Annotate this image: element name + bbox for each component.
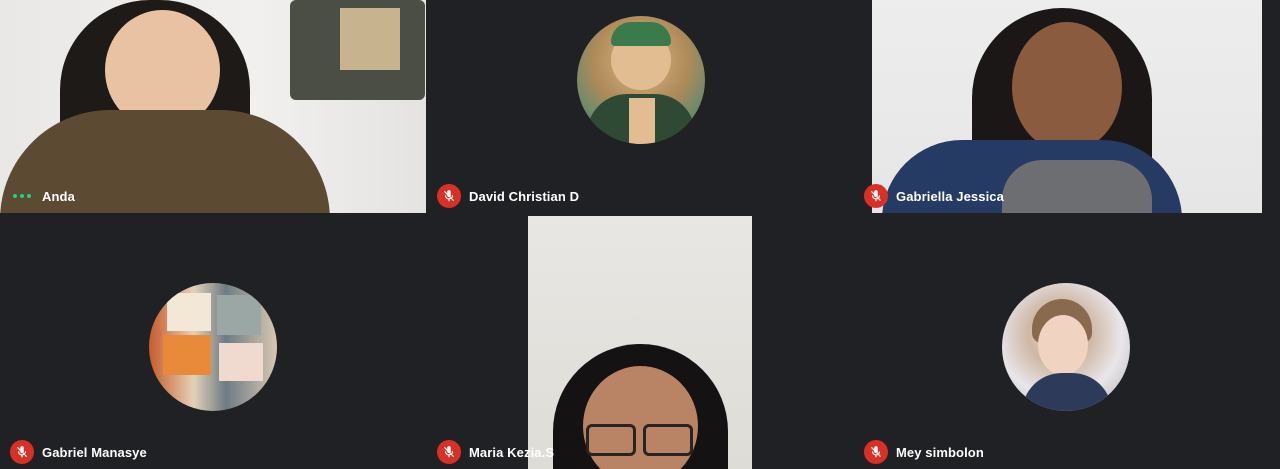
avatar <box>149 283 277 411</box>
video-feed <box>872 0 1262 213</box>
mic-off-icon <box>437 184 461 208</box>
participant-name: Maria Kezia.S <box>469 444 555 460</box>
participant-label: Anda <box>10 184 75 208</box>
video-feed <box>528 216 752 469</box>
mic-off-icon <box>864 440 888 464</box>
avatar <box>577 16 705 144</box>
participant-tile-gabriella[interactable]: Gabriella Jessica <box>854 0 1280 213</box>
participant-tile-mey[interactable]: Mey simbolon <box>854 216 1280 469</box>
participant-label: Maria Kezia.S <box>437 440 554 464</box>
participant-label: Gabriella Jessica <box>864 184 1004 208</box>
participant-label: David Christian D <box>437 184 579 208</box>
participant-label: Mey simbolon <box>864 440 984 464</box>
participant-name: Anda <box>42 188 75 204</box>
video-feed <box>0 0 426 213</box>
mic-off-icon <box>10 440 34 464</box>
participant-name: Gabriel Manasye <box>42 444 147 460</box>
avatar <box>1002 283 1130 411</box>
mic-off-icon <box>437 440 461 464</box>
participant-tile-gabriel[interactable]: Gabriel Manasye <box>0 216 426 469</box>
speaking-dots-icon <box>10 184 34 208</box>
participant-tile-david[interactable]: David Christian D <box>427 0 853 213</box>
participant-name: Mey simbolon <box>896 444 984 460</box>
participant-tile-anda[interactable]: Anda <box>0 0 426 213</box>
participant-label: Gabriel Manasye <box>10 440 147 464</box>
participant-name: David Christian D <box>469 188 580 204</box>
participant-tile-maria[interactable]: Maria Kezia.S <box>427 216 853 469</box>
mic-off-icon <box>864 184 888 208</box>
participant-name: Gabriella Jessica <box>896 188 1004 204</box>
